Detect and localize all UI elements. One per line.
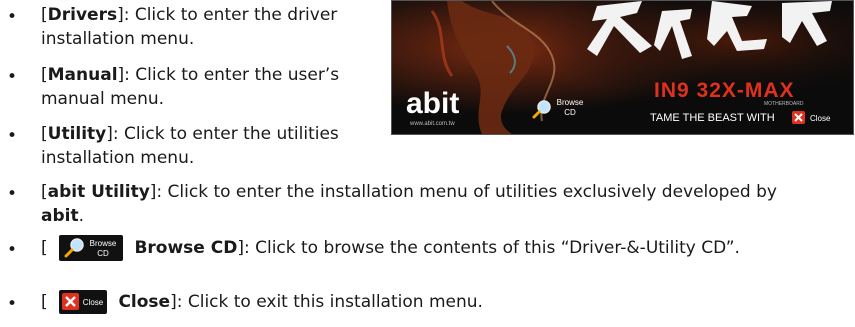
browse-cd-icon: Browse CD: [59, 235, 124, 261]
close-icon: Close: [59, 290, 108, 314]
bracket: [: [41, 5, 48, 25]
close-icon-label: Close: [83, 298, 104, 307]
item-desc: ]: Click to enter the utilities: [106, 124, 339, 144]
bullet: •: [7, 240, 18, 260]
bracket: [: [41, 182, 48, 202]
bullet: •: [7, 294, 18, 314]
list-item-manual: [Manual]: Click to enter the user’s manu…: [41, 63, 339, 111]
model-name: IN9 32X-MAX: [654, 79, 795, 102]
cd-menu-screenshot: abit www.abit.com.tw Browse CD IN9 32X-M…: [391, 0, 854, 135]
list-item-abit-utility: [abit Utility]: Click to enter the insta…: [41, 180, 777, 228]
item-desc-line2: manual menu.: [41, 89, 165, 109]
bracket: [: [41, 292, 48, 312]
bullet: •: [7, 184, 18, 204]
item-name: Manual: [47, 65, 118, 85]
item-name: Close: [118, 292, 171, 312]
bullet: •: [7, 7, 18, 27]
list-item-close: [ Close Close]: Click to exit this insta…: [41, 287, 483, 317]
bracket: [: [41, 124, 48, 144]
bullet: •: [7, 67, 18, 87]
item-desc: ]: Click to enter the installation menu …: [149, 182, 777, 202]
item-desc: ]: Click to enter the user’s: [117, 65, 340, 85]
item-desc-line2: installation menu.: [41, 148, 195, 168]
brand-url: www.abit.com.tw: [409, 121, 455, 127]
item-name: Drivers: [47, 5, 118, 25]
list-item-browse-cd: [ Browse CD Browse CD]: Click to browse …: [41, 233, 740, 263]
browse-icon-label-top: Browse: [90, 239, 117, 248]
item-desc: ]: Click to enter the driver: [117, 5, 338, 25]
item-desc-line2-bold: abit: [41, 206, 79, 226]
item-desc-line2: installation menu.: [41, 29, 195, 49]
bracket: [: [41, 65, 48, 85]
browse-icon-label-bottom: CD: [97, 249, 109, 258]
item-desc: ]: Click to browse the contents of this …: [237, 238, 740, 258]
tagline: TAME THE BEAST WITH: [650, 112, 775, 124]
model-subtitle: MOTHERBOARD: [764, 101, 804, 107]
browse-label-top: Browse: [557, 98, 584, 107]
item-name: abit Utility: [47, 182, 150, 202]
close-label: Close: [810, 114, 831, 123]
item-desc: ]: Click to exit this installation menu.: [170, 292, 483, 312]
browse-label-bottom: CD: [564, 108, 576, 117]
bullet: •: [7, 126, 18, 146]
brand-logo: abit: [406, 87, 459, 120]
item-name: Browse CD: [134, 238, 238, 258]
item-desc-line2-end: .: [78, 206, 85, 226]
list-item-utility: [Utility]: Click to enter the utilities …: [41, 122, 339, 170]
bracket: [: [41, 238, 48, 258]
list-item-drivers: [Drivers]: Click to enter the driver ins…: [41, 3, 337, 51]
item-name: Utility: [47, 124, 107, 144]
